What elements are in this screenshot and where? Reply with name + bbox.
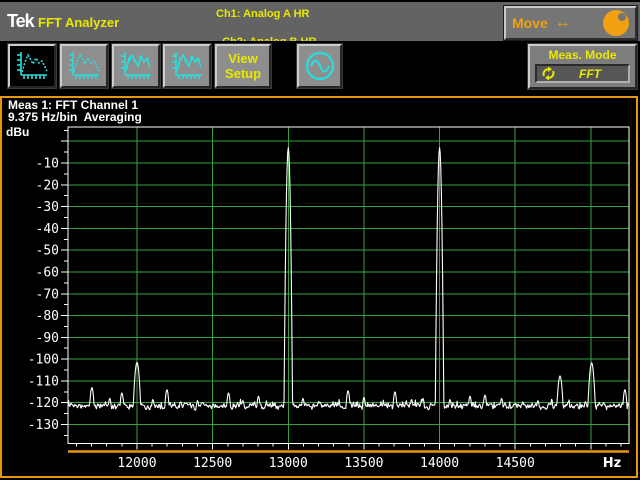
axes-frame <box>68 127 629 444</box>
y-tick-label: -120 <box>28 396 59 411</box>
refresh-cycle-icon <box>541 66 556 81</box>
meas-mode-value: FFT <box>556 67 624 81</box>
measurement-panel: Meas 1: FFT Channel 1 9.375 Hz/bin Avera… <box>0 96 638 478</box>
spectrum-display-icon <box>14 50 50 82</box>
app-title: FFT Analyzer <box>38 15 119 30</box>
x-tick-label: 12500 <box>193 456 232 471</box>
y-tick-label: -20 <box>36 178 59 193</box>
y-tick-label: -110 <box>28 374 59 389</box>
y-tick-label: -90 <box>36 331 59 346</box>
y-tick-label: -130 <box>28 418 59 433</box>
move-button-label: Move <box>512 15 548 31</box>
y-tick-label: -30 <box>36 200 59 215</box>
knob-icon <box>603 10 629 36</box>
channel-1-status: Ch1: Analog A HR <box>216 8 310 20</box>
view-setup-label-line2: Setup <box>225 66 261 81</box>
x-tick-label: 14000 <box>420 456 459 471</box>
x-tick-label: 12000 <box>117 456 156 471</box>
tek-logo: Tek <box>7 11 34 32</box>
meas-mode-panel: Meas. Mode FFT <box>528 44 637 89</box>
left-right-arrow-icon: ↔ <box>555 15 571 31</box>
move-button[interactable]: Move ↔ <box>504 6 637 40</box>
axis-labels: -10 -20 -30 -40 -50 -60 -70 -80 -90 -100 -110 -120 -… <box>28 156 622 471</box>
x-tick-label: 14500 <box>496 456 535 471</box>
y-tick-label: -40 <box>36 222 59 237</box>
view-setup-button[interactable]: View Setup <box>215 44 271 88</box>
meas-mode-label: Meas. Mode <box>530 48 635 62</box>
fft-spectrum-chart: -10 -20 -30 -40 -50 -60 -70 -80 -90 -100 -110 -120 -… <box>2 98 636 476</box>
y-tick-label: -60 <box>36 265 59 280</box>
sine-source-button[interactable] <box>297 44 342 88</box>
display-select-button-2[interactable] <box>60 44 108 88</box>
y-tick-label: -10 <box>36 156 59 171</box>
y-tick-label: -80 <box>36 309 59 324</box>
y-tick-label: -70 <box>36 287 59 302</box>
toolbar: View Setup Meas. Mode FFT <box>0 41 640 96</box>
display-select-button-1[interactable] <box>8 44 56 88</box>
y-tick-label: -50 <box>36 244 59 259</box>
meas-mode-selector[interactable]: FFT <box>535 64 630 83</box>
marker-trace-icon <box>118 50 154 82</box>
y-tick-label: -100 <box>28 353 59 368</box>
sine-source-icon <box>302 48 338 84</box>
display-select-button-3[interactable] <box>112 44 160 88</box>
spectrum-display-icon <box>66 50 102 82</box>
view-setup-label-line1: View <box>228 51 257 66</box>
x-axis-unit-label: Hz <box>603 456 621 471</box>
title-bar: Tek FFT Analyzer Ch1: Analog A HR Ch2: A… <box>0 0 640 41</box>
grid-lines <box>68 127 629 444</box>
x-tick-label: 13000 <box>269 456 308 471</box>
display-select-button-4[interactable] <box>163 44 211 88</box>
fft-trace <box>68 148 629 410</box>
marker-trace-icon <box>169 50 205 82</box>
x-tick-label: 13500 <box>344 456 383 471</box>
